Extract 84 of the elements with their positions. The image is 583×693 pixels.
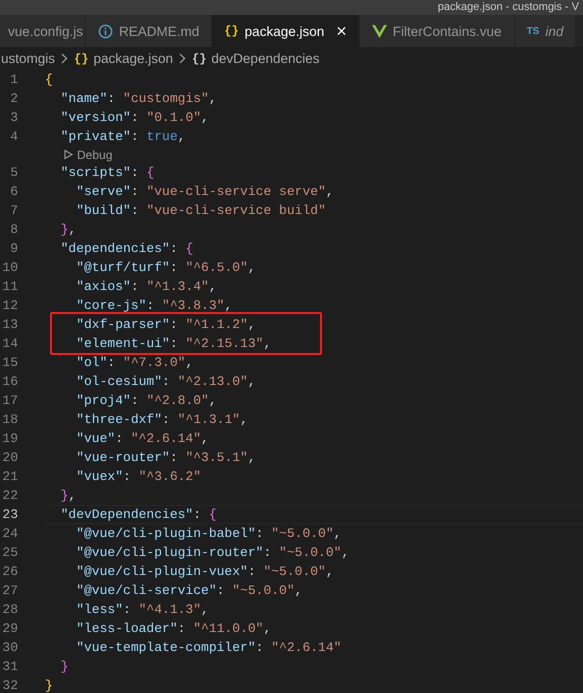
line-number: 29 [1,621,18,636]
code-line: "@vue/cli-plugin-vuex": "~5.0.0", [75,563,335,581]
editor-tab[interactable]: README.md [86,15,212,47]
code-line: "@vue/cli-plugin-babel": "~5.0.0", [75,525,342,543]
chevron-icon [61,53,68,64]
line-number: 19 [1,431,18,446]
code-line: "name": "customgis", [60,90,218,108]
line-number: 26 [1,564,18,579]
breadcrumb-item[interactable]: ustomgis [1,51,56,66]
info-icon [98,24,113,38]
line-number: 27 [1,583,18,598]
code-line: } [60,658,70,676]
line-number: 15 [1,355,18,370]
code-line: "element-ui": "^2.15.13", [75,335,272,353]
line-number: 9 [9,241,18,256]
code-line: "@turf/turf": "^6.5.0", [75,259,257,277]
braces-icon: {} [224,24,239,38]
code-line: "devDependencies": { [45,505,583,524]
line-number: 12 [1,298,18,313]
code-line: "vue-template-compiler": "^2.6.14" [75,639,342,657]
line-number: 11 [1,279,18,294]
code-line: "serve": "vue-cli-service serve", [75,183,335,201]
close-icon[interactable]: × [336,20,347,42]
line-number: 14 [1,336,18,351]
window-title: package.json - customgis - V [438,0,580,15]
code-line: } [45,677,54,693]
code-line: "scripts": { [60,164,156,182]
code-line: "dxf-parser": "^1.1.2", [75,316,257,334]
line-number: 25 [1,545,18,560]
breadcrumb-item[interactable]: devDependencies [211,51,320,66]
v-shape-icon [372,24,387,38]
line-number: 2 [9,91,18,106]
code-line: "three-dxf": "^1.3.1", [75,411,249,429]
line-number: 6 [9,184,18,199]
line-number: 10 [1,260,18,275]
braces-icon: {} [74,52,88,66]
line-number: 13 [1,317,18,332]
code-line: "ol-cesium": "^2.13.0", [75,373,257,391]
code-line: "less": "^4.1.3", [75,601,210,619]
chevron-icon [179,53,186,64]
code-line: "vuex": "^3.6.2" [75,468,202,486]
editor-tab[interactable]: TS ind [514,15,576,47]
code-line: "@vue/cli-service": "~5.0.0", [75,582,304,600]
line-number: 20 [1,450,18,465]
line-number: 22 [1,488,18,503]
line-number: 17 [1,393,18,408]
breadcrumb-item[interactable]: package.json [93,51,173,66]
debug-link[interactable]: Debug [77,148,112,162]
editor-tab[interactable]: {} package.json × [212,15,360,47]
line-number: 32 [1,678,18,693]
line-number: 3 [9,110,18,125]
line-number: 28 [1,602,18,617]
line-number: 18 [1,412,18,427]
line-number: 30 [1,640,18,655]
code-line: "vue": "^2.6.14", [75,430,210,448]
code-line: "less-loader": "^11.0.0", [75,620,272,638]
line-number: 7 [9,203,18,218]
code-line: "private": true, [60,128,186,146]
code-line: }, [60,487,78,505]
code-line: "ol": "^7.3.0", [75,354,194,372]
line-number: 21 [1,469,18,484]
play-icon [63,149,74,160]
code-line: "vue-router": "^3.5.1", [75,449,257,467]
code-line: "version": "0.1.0", [60,109,210,127]
line-number: 4 [9,129,18,144]
line-number: 1 [9,72,18,87]
code-line: "axios": "^1.3.4", [75,278,218,296]
code-line: "@vue/cli-plugin-router": "~5.0.0", [75,544,350,562]
code-line: "build": "vue-cli-service build" [75,202,327,220]
editor-tab[interactable]: vue.config.js [0,15,86,47]
line-number: 24 [1,526,18,541]
code-line: }, [60,221,78,239]
braces-icon: {} [192,52,206,66]
line-number: 23 [1,507,18,522]
editor-tab[interactable]: FilterContains.vue [360,15,515,47]
line-number: 31 [1,659,18,674]
ts-icon: TS [526,26,540,36]
line-number: 8 [9,222,18,237]
code-line: "core-js": "^3.8.3", [75,297,234,315]
line-number: 16 [1,374,18,389]
code-line: "proj4": "^2.8.0", [75,392,218,410]
line-number: 5 [9,165,18,180]
code-line: "dependencies": { [60,240,194,258]
code-line: { [45,71,54,89]
